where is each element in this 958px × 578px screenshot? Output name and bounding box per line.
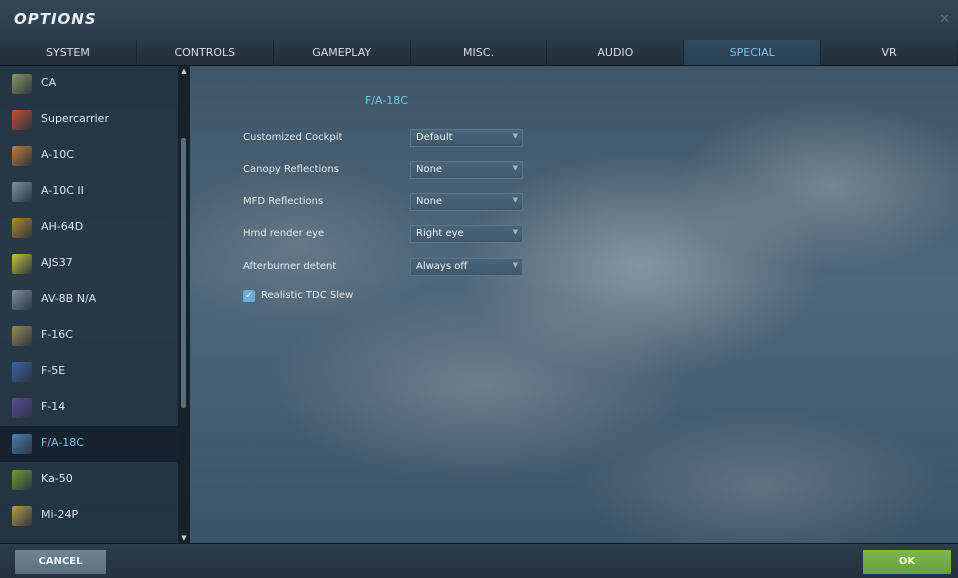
f16c-module-icon	[12, 326, 32, 346]
select-value: Default	[416, 132, 453, 143]
sidebar-item-ajs37[interactable]: AJS37	[0, 246, 178, 282]
chevron-down-icon: ▼	[512, 261, 518, 269]
ah64d-module-icon	[12, 218, 32, 238]
afterburner-detent-select[interactable]: Always off ▼	[410, 258, 523, 276]
hmd-render-eye-select[interactable]: Right eye ▼	[410, 225, 523, 243]
chevron-down-icon: ▼	[512, 196, 518, 204]
bottom-bar: CANCEL OK	[0, 543, 958, 578]
tab-bar: SYSTEM CONTROLS GAMEPLAY MISC. AUDIO SPE…	[0, 40, 958, 66]
sidebar-item-ka50[interactable]: Ka-50	[0, 462, 178, 498]
sidebar-item-a10c[interactable]: A-10C	[0, 138, 178, 174]
tab-system[interactable]: SYSTEM	[0, 40, 137, 65]
av8b-module-icon	[12, 290, 32, 310]
tab-special[interactable]: SPECIAL	[684, 40, 822, 65]
option-label-afterburner-detent: Afterburner detent	[243, 261, 337, 272]
checkbox-label: Realistic TDC Slew	[261, 290, 354, 301]
sidebar-item-mi24p[interactable]: Mi-24P	[0, 498, 178, 534]
sidebar-item-f14[interactable]: F-14	[0, 390, 178, 426]
sidebar-item-ah64d[interactable]: AH-64D	[0, 210, 178, 246]
sidebar-item-label: AH-64D	[41, 220, 84, 233]
customized-cockpit-select[interactable]: Default ▼	[410, 129, 523, 147]
ka50-module-icon	[12, 470, 32, 490]
ca-module-icon	[12, 74, 32, 94]
sidebar-item-label: F-16C	[41, 328, 73, 341]
sidebar-item-label: Ka-50	[41, 472, 73, 485]
option-label-hmd-render-eye: Hmd render eye	[243, 228, 325, 239]
a10c-module-icon	[12, 146, 32, 166]
select-value: None	[416, 164, 443, 175]
sidebar-item-a10c2[interactable]: A-10C II	[0, 174, 178, 210]
sidebar-item-fa18c[interactable]: F/A-18C	[0, 426, 178, 462]
sidebar-item-label: F-14	[41, 400, 66, 413]
ajs37-module-icon	[12, 254, 32, 274]
sidebar-item-label: AV-8B N/A	[41, 292, 97, 305]
sidebar-item-label: Mi-24P	[41, 508, 79, 521]
sidebar-item-label: AJS37	[41, 256, 73, 269]
sidebar-item-ca[interactable]: CA	[0, 66, 178, 102]
close-icon[interactable]: ✕	[939, 12, 950, 27]
ok-button[interactable]: OK	[863, 550, 951, 574]
tab-misc[interactable]: MISC.	[410, 40, 548, 65]
panel-title: F/A-18C	[365, 94, 408, 107]
mfd-reflections-select[interactable]: None ▼	[410, 193, 523, 211]
sidebar-item-f16c[interactable]: F-16C	[0, 318, 178, 354]
sidebar-item-label: A-10C	[41, 148, 74, 161]
a10c2-module-icon	[12, 182, 32, 202]
chevron-down-icon: ▼	[512, 164, 518, 172]
option-label-customized-cockpit: Customized Cockpit	[243, 132, 343, 143]
window-title: OPTIONS	[14, 10, 97, 28]
f14-module-icon	[12, 398, 32, 418]
option-label-mfd-reflections: MFD Reflections	[243, 196, 324, 207]
tab-controls[interactable]: CONTROLS	[136, 40, 274, 65]
tab-gameplay[interactable]: GAMEPLAY	[273, 40, 411, 65]
cancel-button[interactable]: CANCEL	[15, 550, 106, 574]
select-value: Right eye	[416, 228, 464, 239]
f5e-module-icon	[12, 362, 32, 382]
sidebar-item-label: A-10C II	[41, 184, 84, 197]
sidebar-item-supercarrier[interactable]: Supercarrier	[0, 102, 178, 138]
chevron-down-icon: ▼	[512, 228, 518, 236]
select-value: Always off	[416, 261, 468, 272]
tab-audio[interactable]: AUDIO	[547, 40, 685, 65]
fa18c-module-icon	[12, 434, 32, 454]
title-bar: OPTIONS ✕	[0, 0, 958, 41]
tab-vr[interactable]: VR	[821, 40, 958, 65]
select-value: None	[416, 196, 443, 207]
realistic-tdc-slew-checkbox[interactable]: ✓	[243, 290, 255, 302]
option-label-canopy-reflections: Canopy Reflections	[243, 164, 339, 175]
sidebar-item-label: CA	[41, 76, 57, 89]
sidebar-item-av8b[interactable]: AV-8B N/A	[0, 282, 178, 318]
sidebar-item-f5e[interactable]: F-5E	[0, 354, 178, 390]
main-area: CA Supercarrier A-10C A-10C II AH-64D AJ…	[0, 66, 958, 543]
sidebar-scrollbar[interactable]: ▲ ▼	[178, 66, 190, 543]
chevron-down-icon: ▼	[512, 132, 518, 140]
scroll-up-arrow-icon[interactable]: ▲	[178, 66, 190, 76]
module-sidebar: CA Supercarrier A-10C A-10C II AH-64D AJ…	[0, 66, 178, 543]
sidebar-item-label: F-5E	[41, 364, 66, 377]
sidebar-item-label: F/A-18C	[41, 436, 84, 449]
sidebar-item-label: Supercarrier	[41, 112, 109, 125]
scroll-thumb[interactable]	[181, 138, 186, 408]
supercarrier-module-icon	[12, 110, 32, 130]
scroll-down-arrow-icon[interactable]: ▼	[178, 533, 190, 543]
mi24p-module-icon	[12, 506, 32, 526]
canopy-reflections-select[interactable]: None ▼	[410, 161, 523, 179]
